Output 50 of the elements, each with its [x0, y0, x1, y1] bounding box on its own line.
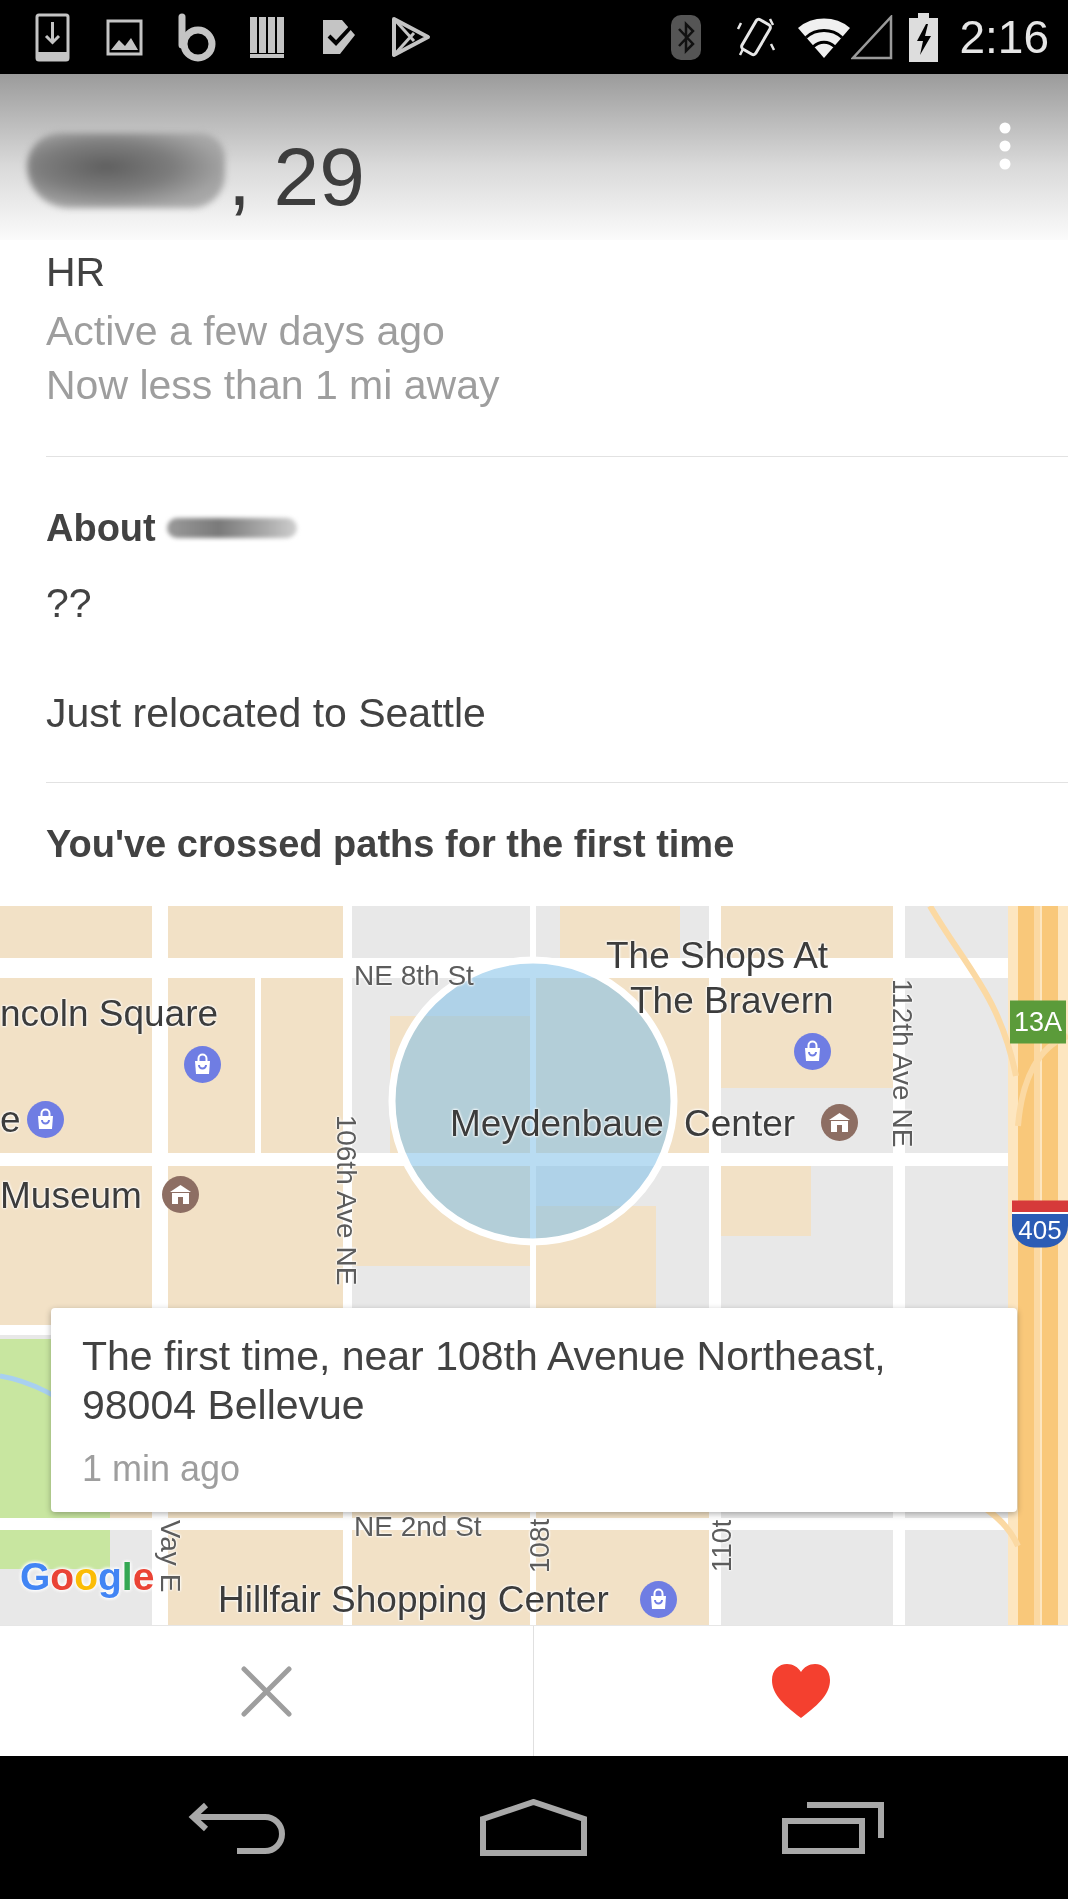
- profile-title: , 29: [228, 136, 365, 218]
- shopping-bag-icon: [184, 1046, 221, 1083]
- highway-shield: 405: [1012, 1200, 1068, 1248]
- street-label: 110t: [708, 1519, 736, 1573]
- place-label: Museum: [0, 1176, 142, 1214]
- bio-text: Just relocated to Seattle: [46, 689, 487, 738]
- place-label: Hillfair Shopping Center: [218, 1578, 609, 1622]
- recent-apps-icon[interactable]: [782, 1801, 884, 1854]
- place-label: Meydenbaue: [450, 1104, 664, 1142]
- section-heading: You've crossed paths for the first time: [46, 822, 736, 867]
- letter-b-icon: [176, 12, 217, 62]
- last-active-text: Active a few days ago: [46, 307, 446, 356]
- check-tag-icon: [320, 17, 358, 57]
- bio-text: ??: [46, 579, 93, 628]
- heart-icon: [771, 1663, 831, 1719]
- building-icon: [821, 1104, 858, 1141]
- street-label: 112th Ave NE: [888, 978, 916, 1148]
- time-text: 1 min ago: [82, 1449, 242, 1489]
- battery-charging-icon: [908, 12, 940, 62]
- place-label: e: [0, 1100, 21, 1138]
- distance-text: Now less than 1 mi away: [46, 361, 501, 410]
- shopping-bag-icon: [794, 1033, 831, 1070]
- street-label: Vay E: [156, 1519, 184, 1593]
- street-label: NE 2nd St: [354, 1513, 482, 1541]
- image-icon: [106, 18, 143, 56]
- bluetooth-icon: [670, 13, 703, 61]
- street-label: 106th Ave NE: [332, 1114, 360, 1286]
- job-text: HR: [46, 248, 107, 297]
- shopping-bag-icon: [640, 1581, 677, 1618]
- clock-time: 2:16: [959, 10, 1049, 65]
- x-icon: [240, 1664, 293, 1718]
- place-label: The Shops At: [606, 936, 829, 974]
- place-label: ncoln Square: [0, 994, 219, 1032]
- play-icon: [390, 16, 431, 58]
- place-label: Center: [684, 1104, 796, 1142]
- map-logo: Google: [20, 1556, 155, 1596]
- wifi-icon: [797, 15, 852, 59]
- building-icon: [162, 1176, 199, 1213]
- bars-icon: [249, 16, 285, 58]
- street-label: 108t: [526, 1518, 554, 1574]
- exit-number-sign: 13A: [1010, 1000, 1067, 1044]
- download-icon: [35, 12, 70, 62]
- location-text: The first time, near 108th Avenue Northeast, 98004 Bellevue: [82, 1332, 887, 1430]
- shopping-bag-icon: [27, 1101, 64, 1138]
- signal-icon: [851, 14, 894, 60]
- about-heading: About: [46, 506, 156, 551]
- street-label: NE 8th St: [354, 962, 474, 990]
- place-label: The Bravern: [630, 981, 834, 1019]
- back-icon[interactable]: [187, 1801, 286, 1854]
- home-icon[interactable]: [480, 1799, 587, 1856]
